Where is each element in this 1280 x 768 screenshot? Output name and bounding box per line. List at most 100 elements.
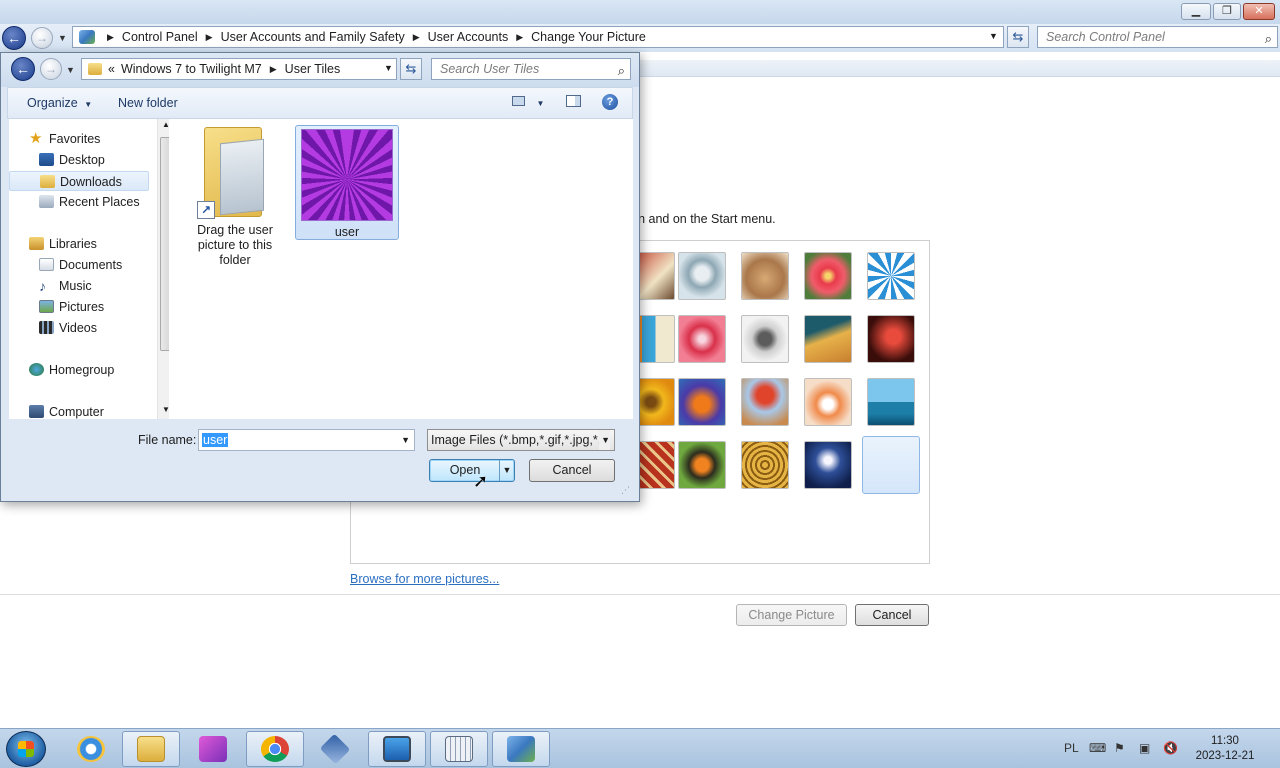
breadcrumb-control-panel[interactable]: Control Panel <box>122 30 198 44</box>
nav-homegroup[interactable]: Homegroup <box>9 360 149 380</box>
preview-pane-icon[interactable] <box>566 95 581 110</box>
nav-music[interactable]: ♪ Music <box>9 276 149 296</box>
nav-videos[interactable]: Videos <box>9 318 149 338</box>
cancel-button[interactable]: Cancel <box>855 604 929 626</box>
chevron-down-icon[interactable]: ▼ <box>401 430 410 450</box>
chevron-right-icon: ▶ <box>412 31 420 42</box>
start-button[interactable] <box>6 731 46 767</box>
breadcrumb-user-tiles[interactable]: User Tiles <box>285 62 341 76</box>
dialog-breadcrumb[interactable]: « Windows 7 to Twilight M7 ▶ User Tiles … <box>81 58 397 80</box>
keyboard-icon[interactable]: ⌨ <box>1089 741 1106 755</box>
breadcrumb-windows-7-to-twilight[interactable]: Windows 7 to Twilight M7 <box>121 62 262 76</box>
tile-sailboat[interactable] <box>867 378 915 426</box>
nav-recent-places[interactable]: Recent Places <box>9 192 149 212</box>
windows-logo-icon <box>18 741 34 757</box>
recent-pages-dropdown-icon[interactable]: ▼ <box>58 33 67 43</box>
change-view-button[interactable]: ▼ <box>512 95 544 109</box>
change-picture-button[interactable]: Change Picture <box>736 604 847 626</box>
minimize-button[interactable]: ▁ <box>1181 3 1211 20</box>
open-label: Open <box>449 463 481 477</box>
file-type-select[interactable]: Image Files (*.bmp,*.gif,*.jpg,*. ▼ <box>427 429 615 451</box>
tile-hot-air-balloon[interactable] <box>741 378 789 426</box>
chevron-down-icon: ▼ <box>84 100 93 109</box>
back-arrow-icon[interactable]: ← <box>2 26 26 50</box>
close-button[interactable]: ✕ <box>1243 3 1275 20</box>
volume-muted-icon[interactable]: 🔇 <box>1163 741 1178 755</box>
nav-pictures[interactable]: Pictures <box>9 297 149 317</box>
file-name-input[interactable]: user ▼ <box>198 429 415 451</box>
tile-star[interactable] <box>678 315 726 363</box>
search-placeholder: Search User Tiles <box>440 62 540 76</box>
taskbar-media-player[interactable] <box>184 731 242 767</box>
open-file-dialog: ← → ▼ « Windows 7 to Twilight M7 ▶ User … <box>0 52 640 502</box>
navigation-pane: ★ Favorites Desktop Downloads Recent Pla… <box>9 119 175 419</box>
nav-label: Documents <box>59 258 123 272</box>
forward-arrow-icon[interactable]: → <box>31 27 53 49</box>
dialog-command-bar: Organize ▼ New folder ▼ ? <box>7 87 633 119</box>
browse-more-pictures-link[interactable]: Browse for more pictures... <box>350 572 499 586</box>
refresh-icon[interactable]: ⇆ <box>1007 26 1029 48</box>
back-arrow-icon[interactable]: ← <box>11 57 35 81</box>
forward-arrow-icon[interactable]: → <box>40 58 62 80</box>
taskbar-keyboard-app[interactable] <box>430 731 488 767</box>
control-panel-icon <box>79 30 95 44</box>
tile-jacks[interactable] <box>741 315 789 363</box>
view-icon <box>512 96 525 106</box>
search-input[interactable]: Search Control Panel ⌕ <box>1037 26 1278 48</box>
tile-origami-crane[interactable] <box>867 315 915 363</box>
tile-stairs[interactable] <box>804 315 852 363</box>
taskbar-google-chrome[interactable] <box>246 731 304 767</box>
nav-downloads[interactable]: Downloads <box>9 171 149 191</box>
tile-selected-empty[interactable] <box>862 436 920 494</box>
refresh-icon[interactable]: ⇆ <box>400 58 422 80</box>
breadcrumb-overflow[interactable]: « <box>108 62 115 76</box>
breadcrumb-user-accounts-family-safety[interactable]: User Accounts and Family Safety <box>221 30 405 44</box>
network-icon[interactable]: ▣ <box>1139 741 1150 755</box>
organize-button[interactable]: Organize ▼ <box>27 96 92 110</box>
taskbar-internet-explorer[interactable] <box>62 731 120 767</box>
tile-kitten[interactable] <box>741 252 789 300</box>
taskbar-virtualbox[interactable] <box>306 731 364 767</box>
tile-gyroscope[interactable] <box>678 252 726 300</box>
open-button[interactable]: Open ▼ <box>429 459 515 482</box>
breadcrumb[interactable]: ▶ Control Panel ▶ User Accounts and Fami… <box>72 26 1004 48</box>
taskbar-remote-desktop[interactable] <box>368 731 426 767</box>
chevron-down-icon[interactable]: ▼ <box>989 31 998 41</box>
dialog-bottom-panel: File name: user ▼ Image Files (*.bmp,*.g… <box>1 419 639 501</box>
file-item-shortcut-folder[interactable]: ↗ Drag the user picture to this folder <box>187 123 283 267</box>
tile-fish[interactable] <box>678 378 726 426</box>
shortcut-arrow-icon: ↗ <box>197 201 215 219</box>
file-item-user[interactable]: user <box>295 125 399 240</box>
nav-libraries[interactable]: Libraries <box>9 234 149 254</box>
tile-beach-umbrella[interactable] <box>867 252 915 300</box>
nav-favorites[interactable]: ★ Favorites <box>9 129 149 149</box>
chevron-down-icon: ▼ <box>599 430 610 450</box>
tile-robot[interactable] <box>804 378 852 426</box>
internet-explorer-icon <box>77 736 105 762</box>
recent-pages-dropdown-icon[interactable]: ▼ <box>66 65 75 75</box>
clock-date: 2023-12-21 <box>1195 750 1255 762</box>
nav-documents[interactable]: Documents <box>9 255 149 275</box>
command-bar <box>640 60 1280 77</box>
tile-shell[interactable] <box>741 441 789 489</box>
new-folder-button[interactable]: New folder <box>118 96 178 110</box>
action-center-flag-icon[interactable]: ⚑ <box>1114 741 1125 755</box>
nav-desktop[interactable]: Desktop <box>9 150 149 170</box>
resize-grip-icon[interactable]: ⋰ <box>621 485 630 496</box>
dialog-search-input[interactable]: Search User Tiles ⌕ <box>431 58 631 80</box>
language-indicator[interactable]: PL <box>1064 741 1079 755</box>
chevron-down-icon[interactable]: ▼ <box>384 63 393 73</box>
file-label: user <box>334 225 360 239</box>
tile-lighthouse[interactable] <box>804 441 852 489</box>
open-split-dropdown-icon[interactable]: ▼ <box>499 460 514 481</box>
clock[interactable]: 11:30 2023-12-21 <box>1188 734 1262 764</box>
breadcrumb-change-your-picture[interactable]: Change Your Picture <box>531 30 646 44</box>
tile-flower[interactable] <box>804 252 852 300</box>
maximize-button[interactable]: ❐ <box>1213 3 1241 20</box>
breadcrumb-user-accounts[interactable]: User Accounts <box>428 30 509 44</box>
taskbar-windows-explorer[interactable] <box>122 731 180 767</box>
tile-butterfly[interactable] <box>678 441 726 489</box>
taskbar-control-panel[interactable] <box>492 731 550 767</box>
dialog-cancel-button[interactable]: Cancel <box>529 459 615 482</box>
help-icon[interactable]: ? <box>602 94 618 110</box>
